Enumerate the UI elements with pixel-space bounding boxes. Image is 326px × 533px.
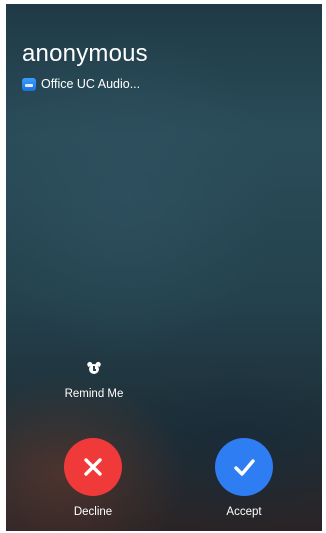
decline-circle[interactable] bbox=[64, 438, 122, 496]
accept-label: Accept bbox=[226, 506, 262, 518]
remind-me-label: Remind Me bbox=[64, 388, 124, 400]
decline-label: Decline bbox=[73, 506, 113, 518]
checkmark-icon bbox=[234, 459, 255, 476]
call-source: Office UC Audio... bbox=[22, 77, 140, 91]
incoming-call-screen: anonymous Office UC Audio... Remind Me D… bbox=[6, 4, 322, 531]
x-icon bbox=[84, 458, 102, 476]
app-name: Office UC Audio... bbox=[41, 77, 141, 91]
caller-name: anonymous bbox=[22, 40, 148, 67]
phone-app-icon bbox=[22, 77, 36, 91]
alarm-clock-icon bbox=[86, 361, 102, 375]
decline-button[interactable]: Decline bbox=[63, 438, 123, 518]
accept-circle[interactable] bbox=[215, 438, 273, 496]
remind-me-button[interactable]: Remind Me bbox=[58, 361, 130, 400]
accept-button[interactable]: Accept bbox=[214, 438, 274, 518]
